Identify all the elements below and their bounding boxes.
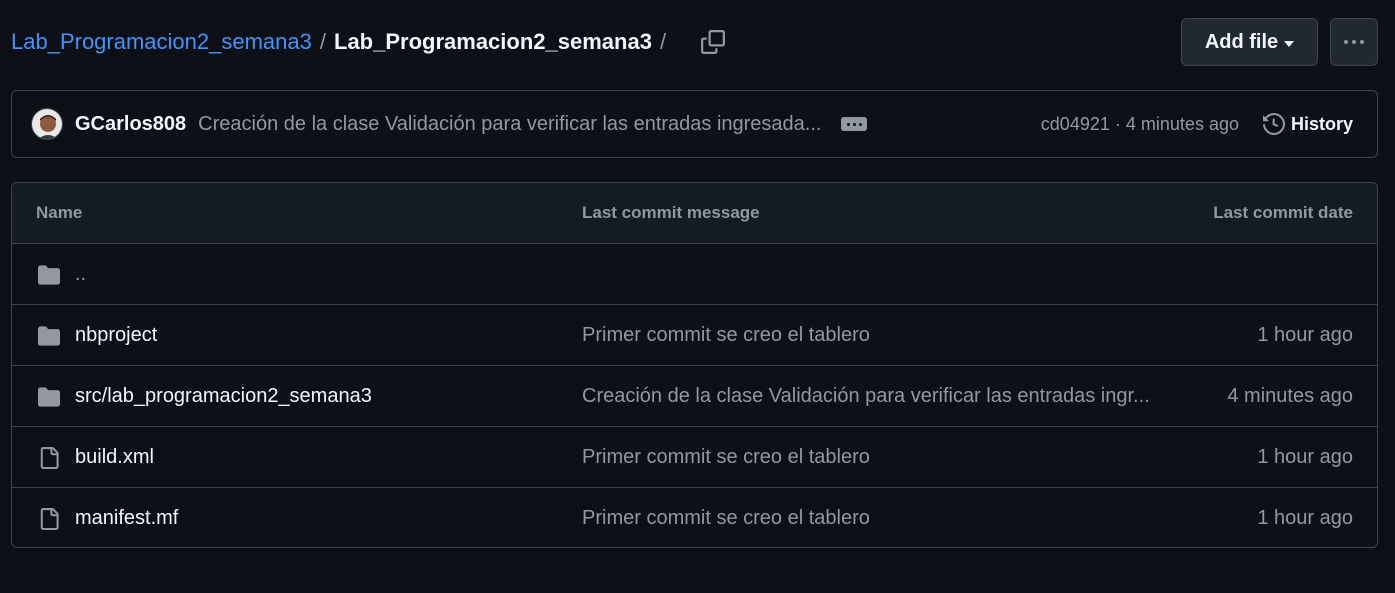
row-commit-message-link[interactable]: Primer commit se creo el tablero xyxy=(582,446,870,469)
meta-separator: · xyxy=(1114,113,1121,134)
avatar[interactable] xyxy=(31,108,63,140)
history-button[interactable]: History xyxy=(1262,113,1353,135)
breadcrumb-repo-link[interactable]: Lab_Programacion2_semana3 xyxy=(11,29,312,55)
breadcrumb-separator: / xyxy=(319,29,326,54)
repo-file-browser: Lab_Programacion2_semana3 / Lab_Programa… xyxy=(0,0,1395,593)
history-label: History xyxy=(1290,113,1353,134)
history-icon xyxy=(1262,113,1285,135)
row-name-link[interactable]: nbproject xyxy=(75,324,157,347)
commit-time: 4 minutes ago xyxy=(1125,113,1239,134)
row-commit-message-link[interactable]: Creación de la clase Validación para ver… xyxy=(582,385,1150,408)
column-header-message: Last commit message xyxy=(582,203,760,222)
breadcrumb-current-folder: Lab_Programacion2_semana3 xyxy=(334,29,652,54)
expand-commit-message-button[interactable] xyxy=(841,117,868,131)
table-row: src/lab_programacion2_semana3 Creación d… xyxy=(12,366,1377,427)
latest-commit-bar: GCarlos808 Creación de la clase Validaci… xyxy=(11,90,1378,158)
row-commit-date: 4 minutes ago xyxy=(1227,384,1353,407)
commit-author-link[interactable]: GCarlos808 xyxy=(75,113,186,136)
copy-path-button[interactable] xyxy=(698,27,728,57)
folder-icon xyxy=(38,265,60,285)
file-icon xyxy=(40,508,59,530)
row-commit-date: 1 hour ago xyxy=(1257,507,1353,529)
file-table: Name Last commit message Last commit dat… xyxy=(11,182,1378,548)
table-row: nbproject Primer commit se creo el table… xyxy=(12,305,1377,366)
more-options-button[interactable] xyxy=(1330,18,1378,66)
triangle-down-icon xyxy=(1284,40,1295,47)
row-name-link[interactable]: src/lab_programacion2_semana3 xyxy=(75,385,372,408)
header: Lab_Programacion2_semana3 / Lab_Programa… xyxy=(11,18,1378,66)
row-name: .. xyxy=(75,262,87,285)
file-icon xyxy=(40,447,59,469)
copy-icon xyxy=(701,30,726,54)
row-commit-message-link[interactable]: Primer commit se creo el tablero xyxy=(582,324,870,347)
table-row: manifest.mf Primer commit se creo el tab… xyxy=(12,488,1377,547)
folder-icon xyxy=(38,387,60,407)
breadcrumb-separator: / xyxy=(659,29,667,54)
commit-meta: cd04921 · 4 minutes ago xyxy=(1041,114,1239,135)
breadcrumb: Lab_Programacion2_semana3 / Lab_Programa… xyxy=(11,29,674,55)
table-row: build.xml Primer commit se creo el table… xyxy=(12,427,1377,488)
add-file-label: Add file xyxy=(1204,30,1279,53)
row-commit-date: 1 hour ago xyxy=(1257,323,1353,346)
table-header: Name Last commit message Last commit dat… xyxy=(12,183,1377,244)
add-file-button[interactable]: Add file xyxy=(1181,18,1318,66)
commit-message-link[interactable]: Creación de la clase Validación para ver… xyxy=(198,113,821,136)
table-row-parent-directory[interactable]: .. xyxy=(12,244,1377,305)
row-commit-message-link[interactable]: Primer commit se creo el tablero xyxy=(582,507,870,530)
folder-icon xyxy=(38,326,60,346)
row-commit-date: 1 hour ago xyxy=(1257,445,1353,468)
column-header-date: Last commit date xyxy=(1213,203,1353,222)
row-name-link[interactable]: build.xml xyxy=(75,446,154,469)
kebab-horizontal-icon xyxy=(1344,40,1364,44)
commit-sha-link[interactable]: cd04921 xyxy=(1041,114,1110,134)
column-header-name: Name xyxy=(36,203,83,222)
row-name-link[interactable]: manifest.mf xyxy=(75,507,178,530)
